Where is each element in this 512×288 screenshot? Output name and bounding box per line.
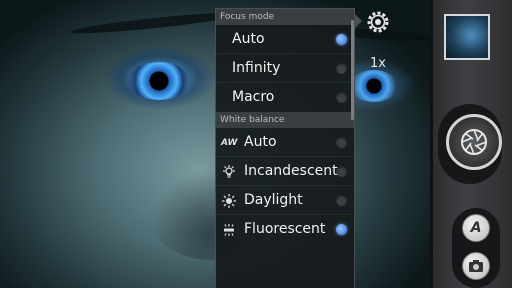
eye-right [350, 70, 398, 102]
option-label: Daylight [244, 192, 303, 208]
settings-gear-icon[interactable] [366, 10, 390, 34]
focus-option-auto[interactable]: Auto [216, 25, 354, 54]
menu-scrollbar[interactable] [351, 20, 354, 120]
panel-edge [430, 0, 433, 288]
radio-unselected-icon [336, 195, 347, 206]
auto-mode-button[interactable]: A [462, 214, 490, 242]
option-label: Auto [244, 134, 277, 150]
fluorescent-icon [221, 222, 237, 238]
shutter-icon [461, 129, 487, 155]
option-label: Auto [232, 31, 265, 47]
radio-unselected-icon [336, 92, 347, 103]
wb-option-fluorescent[interactable]: Fluorescent [216, 215, 354, 244]
auto-wb-icon: AW [221, 138, 238, 148]
wb-option-auto[interactable]: AW Auto [216, 128, 354, 157]
focus-option-infinity[interactable]: Infinity [216, 54, 354, 83]
eye-left [128, 62, 190, 100]
camera-mode-button[interactable] [462, 252, 490, 280]
auto-mode-icon: A [470, 220, 482, 236]
radio-unselected-icon [336, 166, 347, 177]
wb-option-partial[interactable] [216, 244, 354, 256]
wb-option-incandescent[interactable]: Incandescent [216, 157, 354, 186]
incandescent-icon [221, 164, 237, 180]
option-label: Infinity [232, 60, 281, 76]
camera-settings-menu: Focus mode Auto Infinity Macro White bal… [215, 8, 355, 288]
wb-option-daylight[interactable]: Daylight [216, 186, 354, 215]
focus-mode-header: Focus mode [216, 9, 354, 25]
option-label: Macro [232, 89, 275, 105]
option-label: Incandescent [244, 163, 338, 179]
option-label: Fluorescent [244, 221, 326, 237]
camera-mode-icon [469, 260, 483, 272]
focus-option-macro[interactable]: Macro [216, 83, 354, 112]
radio-selected-icon [336, 224, 347, 235]
gallery-thumbnail[interactable] [444, 14, 490, 60]
daylight-icon [221, 193, 237, 209]
radio-unselected-icon [336, 63, 347, 74]
white-balance-header: White balance [216, 112, 354, 128]
radio-unselected-icon [336, 137, 347, 148]
menu-pointer [355, 14, 362, 28]
zoom-level: 1x [370, 56, 386, 71]
radio-selected-icon [336, 34, 347, 45]
